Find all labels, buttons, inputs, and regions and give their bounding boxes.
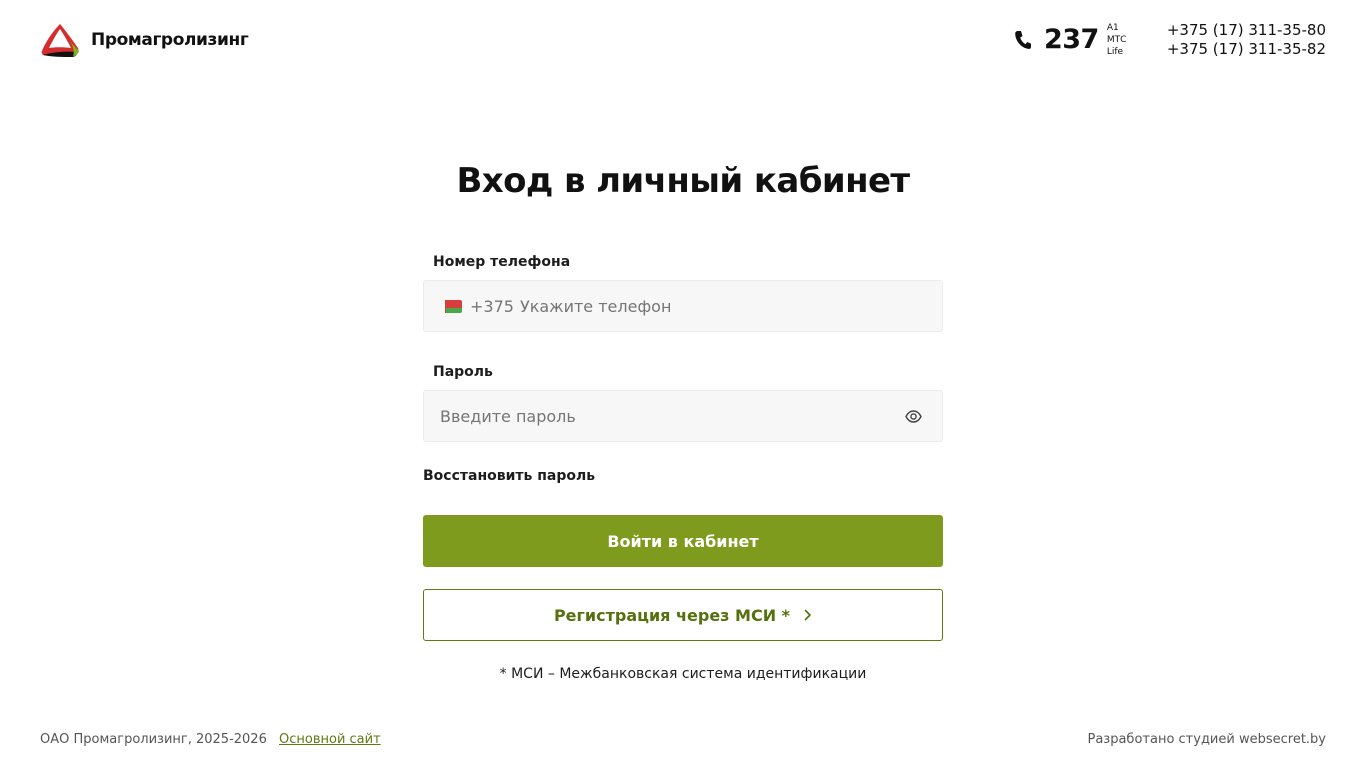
chevron-right-icon: [804, 609, 812, 621]
operator-a1: A1: [1106, 23, 1119, 33]
msi-footnote: * МСИ – Межбанковская система идентифика…: [499, 666, 867, 682]
logo-text: Промагролизинг: [91, 29, 249, 50]
header: Промагролизинг 237 A1 МТС Life +375 (17)…: [0, 0, 1366, 80]
footer: ОАО Промагролизинг, 2025-2026 Основной с…: [40, 731, 1326, 751]
phone-link-2[interactable]: +375 (17) 311-35-82: [1167, 40, 1326, 59]
operators-list: A1 МТС Life: [1107, 22, 1147, 58]
phone-icon: [1014, 30, 1032, 50]
phone-prefix: +375: [470, 296, 514, 316]
forgot-password-link[interactable]: Восстановить пароль: [423, 468, 595, 484]
operator-life: Life: [1106, 47, 1124, 57]
developer-credit-link[interactable]: Разработано студией websecret.by: [1088, 731, 1327, 749]
password-label: Пароль: [433, 364, 493, 380]
eye-icon[interactable]: [902, 405, 924, 427]
logo-link[interactable]: Промагролизинг: [40, 21, 249, 58]
logo-icon: [40, 21, 80, 58]
phone-label: Номер телефона: [433, 254, 571, 270]
page-title: Вход в личный кабинет: [456, 161, 910, 201]
login-form: Номер телефона +375 Пароль Восстановить …: [423, 252, 943, 684]
password-input[interactable]: [440, 401, 902, 431]
operator-mts: МТС: [1106, 35, 1127, 45]
phone-input[interactable]: [519, 291, 926, 321]
belarus-flag-icon: [443, 299, 462, 313]
short-number-link[interactable]: 237: [1044, 22, 1099, 58]
login-button[interactable]: Войти в кабинет: [423, 515, 943, 567]
main-site-link[interactable]: Основной сайт: [279, 731, 381, 749]
copyright: ОАО Промагролизинг, 2025-2026: [40, 732, 267, 747]
contact-phones: 237 A1 МТС Life +375 (17) 311-35-80 +375…: [1014, 21, 1326, 59]
password-field[interactable]: [423, 390, 943, 442]
register-msi-button[interactable]: Регистрация через МСИ *: [423, 589, 943, 641]
phone-field[interactable]: +375: [423, 280, 943, 332]
phone-numbers: +375 (17) 311-35-80 +375 (17) 311-35-82: [1167, 21, 1326, 59]
phone-link-1[interactable]: +375 (17) 311-35-80: [1167, 21, 1326, 40]
register-msi-label: Регистрация через МСИ *: [553, 605, 791, 625]
